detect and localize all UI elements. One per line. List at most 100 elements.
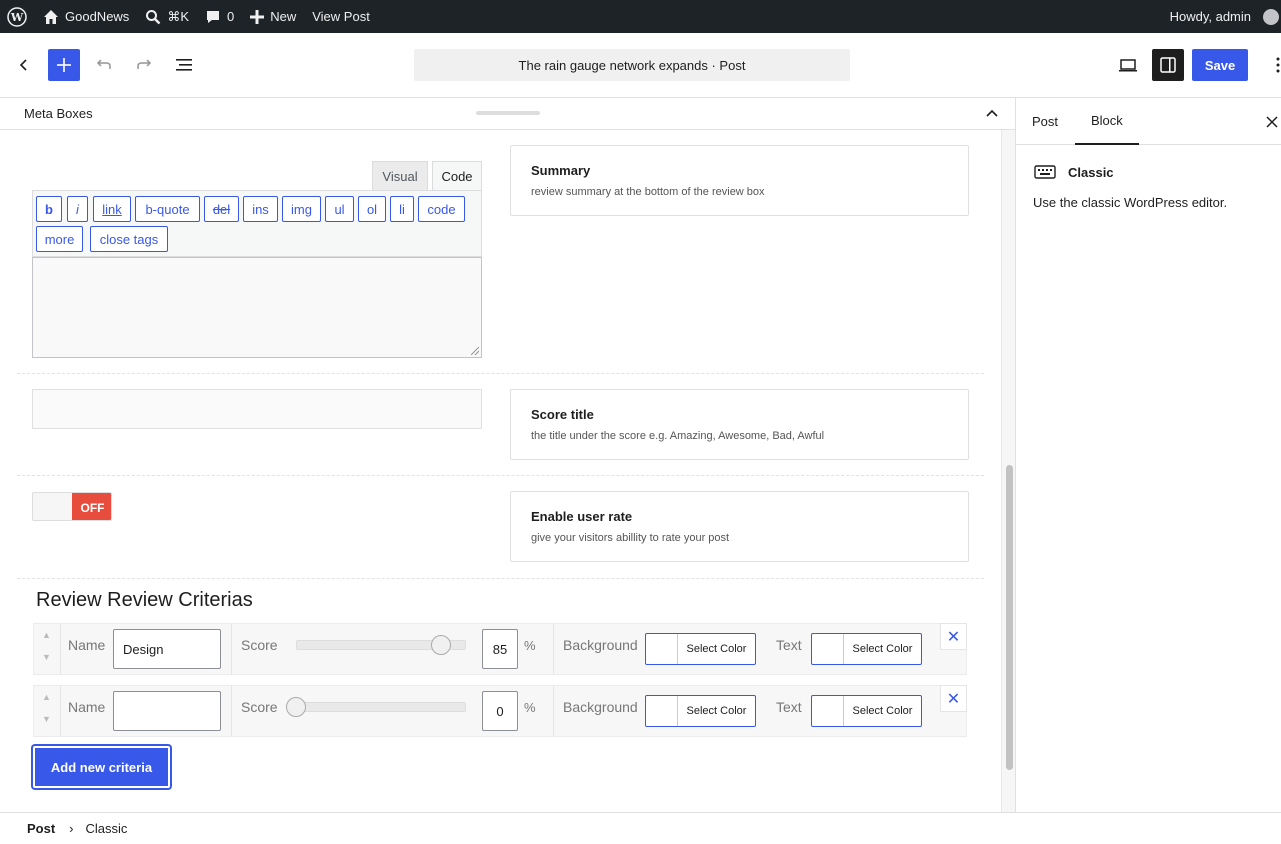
quicktag-label: ins bbox=[252, 201, 269, 217]
quicktag-label: ul bbox=[334, 201, 345, 217]
view-post-link[interactable]: View Post bbox=[304, 0, 378, 33]
percent-sign: % bbox=[524, 638, 536, 653]
quicktag-more[interactable]: more bbox=[36, 226, 83, 252]
move-down-icon[interactable]: ▼ bbox=[42, 652, 51, 662]
quicktag-label: b bbox=[45, 201, 53, 217]
background-color-button[interactable]: Select Color bbox=[645, 633, 756, 665]
quicktag-label: img bbox=[291, 201, 312, 217]
wordpress-logo-icon: W bbox=[7, 6, 27, 27]
score-number-input[interactable]: 85 bbox=[482, 629, 518, 669]
quicktag-ins[interactable]: ins bbox=[243, 196, 278, 222]
quicktag-blockquote[interactable]: b-quote bbox=[135, 196, 200, 222]
quicktag-italic[interactable]: i bbox=[67, 196, 88, 222]
criteria-name-input[interactable] bbox=[113, 691, 221, 731]
close-sidebar-button[interactable] bbox=[1262, 112, 1281, 132]
quicktag-ul[interactable]: ul bbox=[325, 196, 354, 222]
search-shortcut: ⌘K bbox=[167, 8, 189, 24]
tab-visual[interactable]: Visual bbox=[372, 161, 428, 190]
user-rate-toggle[interactable]: OFF bbox=[32, 492, 112, 521]
save-button[interactable]: Save bbox=[1192, 49, 1248, 81]
comments-link[interactable]: 0 bbox=[197, 0, 242, 33]
quicktag-img[interactable]: img bbox=[282, 196, 321, 222]
block-inserter-button[interactable] bbox=[48, 49, 80, 81]
document-title-bar[interactable]: The rain gauge network expands · Post bbox=[414, 49, 850, 81]
criteria-name-input[interactable]: Design bbox=[113, 629, 221, 669]
new-label: New bbox=[270, 9, 297, 24]
quicktag-label: more bbox=[44, 231, 75, 247]
move-up-icon[interactable]: ▲ bbox=[42, 692, 51, 702]
quicktag-link[interactable]: link bbox=[93, 196, 131, 222]
quicktag-label: li bbox=[399, 201, 405, 217]
reorder-handle[interactable]: ▲ ▼ bbox=[34, 686, 61, 736]
resize-grip[interactable] bbox=[471, 347, 479, 355]
score-label: Score bbox=[241, 637, 278, 653]
tab-post[interactable]: Post bbox=[1032, 98, 1058, 145]
close-icon: ✕ bbox=[946, 690, 961, 708]
score-value: 0 bbox=[496, 703, 504, 719]
select-color-label: Select Color bbox=[852, 705, 913, 717]
text-label: Text bbox=[776, 699, 802, 715]
settings-toggle-button[interactable] bbox=[1152, 49, 1184, 81]
quicktag-label: ol bbox=[366, 201, 378, 217]
preview-button[interactable] bbox=[1112, 49, 1144, 81]
save-label: Save bbox=[1204, 57, 1236, 73]
tab-code[interactable]: Code bbox=[432, 161, 482, 190]
score-slider-handle[interactable] bbox=[430, 635, 451, 655]
delete-criteria-button[interactable]: ✕ bbox=[940, 685, 967, 712]
move-down-icon[interactable]: ▼ bbox=[42, 714, 51, 724]
score-value: 85 bbox=[492, 641, 508, 657]
home-icon bbox=[44, 9, 58, 24]
name-label: Name bbox=[68, 699, 106, 715]
keyboard-icon bbox=[1034, 165, 1056, 179]
sidebar-icon bbox=[1160, 57, 1176, 73]
quicktag-del[interactable]: del bbox=[204, 196, 239, 222]
quicktag-code[interactable]: code bbox=[418, 196, 465, 222]
meta-boxes-header: Meta Boxes bbox=[0, 98, 1015, 130]
resize-handle[interactable] bbox=[476, 111, 540, 115]
text-color-button[interactable]: Select Color bbox=[811, 695, 922, 727]
site-name-link[interactable]: GoodNews bbox=[35, 0, 137, 33]
delete-criteria-button[interactable]: ✕ bbox=[940, 623, 967, 650]
reorder-handle[interactable]: ▲ ▼ bbox=[34, 624, 61, 674]
criteria-heading: Review Review Criterias bbox=[36, 589, 253, 611]
redo-icon bbox=[137, 59, 152, 69]
score-slider-handle[interactable] bbox=[286, 697, 306, 717]
score-slider-track[interactable] bbox=[296, 702, 466, 712]
quicktag-label: b-quote bbox=[145, 201, 190, 217]
quicktag-li[interactable]: li bbox=[390, 196, 414, 222]
add-new-criteria-button[interactable]: Add new criteria bbox=[33, 746, 170, 788]
my-account-menu[interactable]: Howdy, admin bbox=[1162, 0, 1281, 33]
toggle-state: OFF bbox=[72, 493, 111, 520]
redo-button[interactable] bbox=[128, 49, 160, 81]
breadcrumb-root[interactable]: Post bbox=[27, 821, 55, 836]
wordpress-logo-menu[interactable]: W bbox=[0, 0, 35, 33]
move-up-icon[interactable]: ▲ bbox=[42, 630, 51, 640]
score-number-input[interactable]: 0 bbox=[482, 691, 518, 731]
quicktag-close-tags[interactable]: close tags bbox=[90, 226, 168, 252]
quicktag-ol[interactable]: ol bbox=[358, 196, 386, 222]
plus-icon bbox=[250, 9, 265, 24]
user-rate-help: give your visitors abillity to rate your… bbox=[531, 532, 730, 544]
score-title-input[interactable] bbox=[32, 389, 482, 429]
command-search[interactable]: ⌘K bbox=[137, 0, 197, 33]
scrollbar[interactable] bbox=[1001, 130, 1015, 812]
sidebar-tabs: Post Block bbox=[1016, 98, 1281, 145]
tab-block[interactable]: Block bbox=[1075, 98, 1139, 145]
quicktag-bold[interactable]: b bbox=[36, 196, 62, 222]
tab-block-label: Block bbox=[1091, 113, 1123, 128]
editor-header: The rain gauge network expands · Post Sa… bbox=[0, 33, 1281, 98]
undo-button[interactable] bbox=[88, 49, 120, 81]
options-menu-button[interactable] bbox=[1256, 49, 1281, 81]
text-color-button[interactable]: Select Color bbox=[811, 633, 922, 665]
collapse-meta-boxes-button[interactable] bbox=[982, 104, 1002, 124]
document-overview-button[interactable] bbox=[168, 49, 200, 81]
background-color-button[interactable]: Select Color bbox=[645, 695, 756, 727]
new-content-menu[interactable]: New bbox=[242, 0, 304, 33]
summary-textarea[interactable] bbox=[32, 257, 482, 358]
meta-boxes-area: Meta Boxes Visual Code b i link b-quote … bbox=[0, 98, 1015, 812]
scrollbar-thumb[interactable] bbox=[1006, 465, 1013, 770]
summary-description: Summary review summary at the bottom of … bbox=[510, 145, 969, 216]
quicktags-toolbar: b i link b-quote del ins img ul ol li co… bbox=[32, 190, 482, 257]
back-button[interactable] bbox=[8, 49, 40, 81]
comments-count: 0 bbox=[226, 9, 235, 24]
